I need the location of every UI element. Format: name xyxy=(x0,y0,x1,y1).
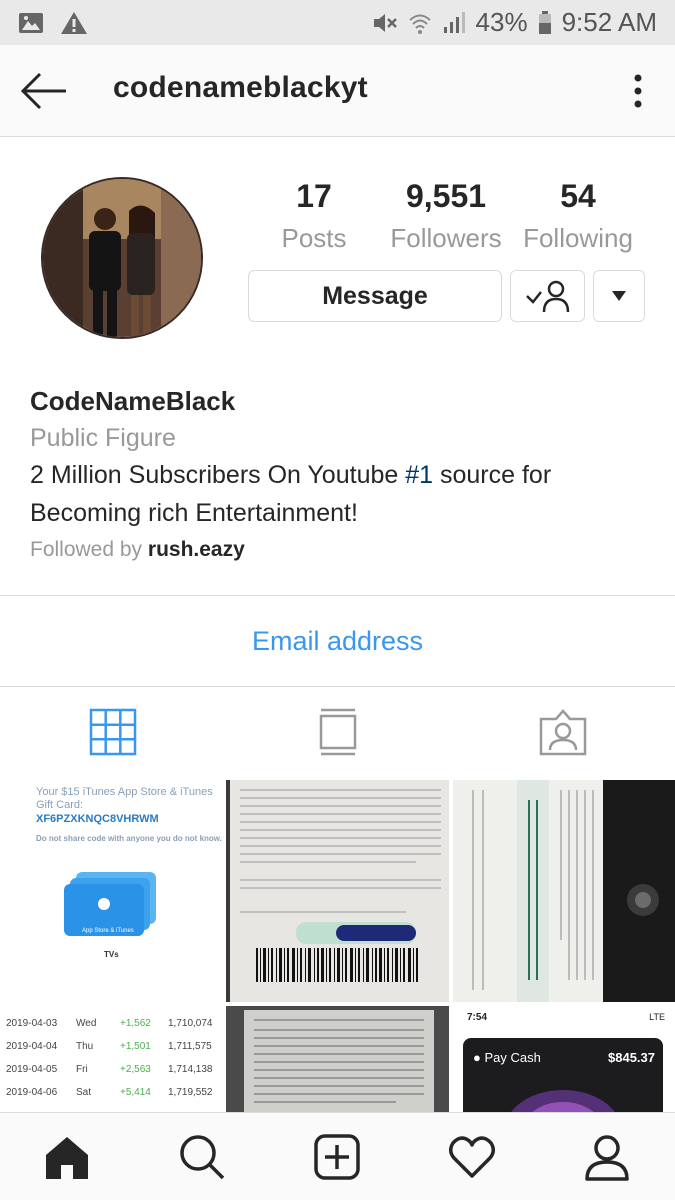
clock: 9:52 AM xyxy=(561,7,657,37)
table-row: 2019-04-04 Thu +1,501 1,711,575 xyxy=(6,1035,213,1058)
following-stat[interactable]: 54 Following xyxy=(518,178,638,254)
bio-hashtag-link[interactable]: #1 xyxy=(405,461,433,489)
battery-icon xyxy=(538,10,551,34)
gift-card-footer: TVs xyxy=(104,950,119,959)
message-button[interactable]: Message xyxy=(248,270,502,322)
table-cell: 1,711,575 xyxy=(168,1041,212,1052)
table-cell: 2019-04-05 xyxy=(6,1064,58,1075)
apple-logo-icon: ● xyxy=(473,1050,481,1065)
avatar[interactable] xyxy=(41,177,203,339)
phone-network: LTE xyxy=(649,1012,665,1022)
posts-label: Posts xyxy=(281,223,347,253)
table-cell: 2019-04-04 xyxy=(6,1041,58,1052)
table-cell: 2019-04-06 xyxy=(6,1087,58,1098)
suggestions-dropdown-button[interactable] xyxy=(593,270,645,322)
page-title: codenameblackyt xyxy=(113,71,368,104)
followers-count: 9,551 xyxy=(405,178,487,214)
gift-card-code: XF6PZXKNQC8VHRWM xyxy=(36,813,159,825)
home-icon[interactable] xyxy=(43,1133,91,1181)
table-cell: Sat xyxy=(76,1087,92,1098)
battery-percent: 43% xyxy=(475,7,528,37)
table-cell: +1,562 xyxy=(120,1018,151,1029)
apple-pay-amount: $845.37 xyxy=(608,1050,655,1065)
mute-icon xyxy=(373,13,397,32)
gift-card-title-line-1: Your $15 iTunes App Store & iTunes xyxy=(36,786,213,798)
post-tile-document[interactable] xyxy=(226,1006,449,1112)
table-cell: 1,710,074 xyxy=(168,1018,213,1029)
gift-card-title: Your $15 iTunes App Store & iTunes Gift C… xyxy=(36,786,213,812)
following-toggle-button[interactable] xyxy=(510,270,585,322)
post-tile-gift-card[interactable]: Your $15 iTunes App Store & iTunes Gift C… xyxy=(0,780,222,1002)
profile-icon[interactable] xyxy=(583,1133,631,1181)
posts-stat[interactable]: 17 Posts xyxy=(264,178,364,254)
table-cell: +5,414 xyxy=(120,1087,151,1098)
post-tile-stats-table[interactable]: 2019-04-03 Wed +1,562 1,710,074 2019-04-04 T… xyxy=(0,1006,222,1112)
wifi-icon xyxy=(408,14,431,34)
email-address-button[interactable]: Email address xyxy=(0,596,675,686)
gift-card-label: App Store & iTunes xyxy=(82,928,134,934)
followers-stat[interactable]: 9,551 Followers xyxy=(384,178,508,254)
following-label: Following xyxy=(523,223,633,253)
table-cell: Wed xyxy=(76,1018,97,1029)
gift-card-warning: Do not share code with anyone you do not… xyxy=(36,834,222,843)
tagged-icon[interactable] xyxy=(538,707,588,757)
table-cell: 2019-04-03 xyxy=(6,1018,58,1029)
post-tile-apple-pay[interactable]: 7:54 LTE ● Pay Cash $845.37 xyxy=(453,1006,675,1112)
table-cell: Fri xyxy=(76,1064,88,1075)
receipt-barcode-image xyxy=(230,780,449,1002)
post-tile-gift-card-back[interactable] xyxy=(453,780,675,1002)
dot-pattern-image xyxy=(511,1090,615,1112)
table-row: 2019-04-03 Wed +1,562 1,710,074 xyxy=(6,1012,213,1035)
table-cell: Thu xyxy=(76,1041,94,1052)
table-row: 2019-04-06 Sat +5,414 1,719,552 xyxy=(6,1081,213,1104)
triangle-down-icon xyxy=(612,291,626,301)
followed-by-user-link[interactable]: rush.eazy xyxy=(148,538,245,561)
activity-heart-icon[interactable] xyxy=(448,1133,496,1181)
table-cell: +1,501 xyxy=(120,1041,151,1052)
bottom-nav xyxy=(0,1112,675,1200)
table-cell: 1,719,552 xyxy=(168,1087,213,1098)
gift-card-title-line-2: Gift Card: xyxy=(36,799,84,811)
bio-text-start: 2 Million Subscribers On Youtube xyxy=(30,461,406,489)
following-count: 54 xyxy=(560,178,596,214)
signal-icon xyxy=(443,11,465,33)
subscriber-stats-table: 2019-04-03 Wed +1,562 1,710,074 2019-04-04 T… xyxy=(6,1012,213,1104)
posts-count: 17 xyxy=(296,178,332,214)
table-row: 2019-04-05 Fri +2,563 1,714,138 xyxy=(6,1058,213,1081)
grid-icon[interactable] xyxy=(88,707,138,757)
gift-card-back-image xyxy=(453,780,675,1002)
status-bar: 43% 9:52 AM xyxy=(0,0,675,45)
user-check-icon xyxy=(525,280,569,313)
profile-bio: 2 Million Subscribers On Youtube #1 sour… xyxy=(30,456,630,532)
posts-grid: Your $15 iTunes App Store & iTunes Gift C… xyxy=(0,780,675,1112)
document-photo-image xyxy=(226,1006,449,1112)
gallery-icon xyxy=(19,12,43,33)
search-icon[interactable] xyxy=(178,1133,226,1181)
feed-icon[interactable] xyxy=(313,707,363,757)
post-tile-receipt[interactable] xyxy=(226,780,449,1002)
followed-by-prefix: Followed by xyxy=(30,538,148,561)
add-post-icon[interactable] xyxy=(313,1133,361,1181)
back-arrow-icon[interactable] xyxy=(20,69,70,113)
profile-display-name: CodeNameBlack xyxy=(30,386,236,416)
profile-category: Public Figure xyxy=(30,424,176,452)
apple-pay-label: ● Pay Cash xyxy=(473,1050,541,1065)
followers-label: Followers xyxy=(390,223,502,253)
followed-by: Followed by rush.eazy xyxy=(30,538,245,562)
table-cell: 1,714,138 xyxy=(168,1064,213,1075)
profile-tabs xyxy=(0,687,675,777)
warning-icon xyxy=(61,11,87,34)
more-vertical-icon[interactable] xyxy=(626,71,650,111)
apple-pay-label-text: Pay Cash xyxy=(484,1050,541,1065)
profile-header: codenameblackyt xyxy=(0,45,675,137)
table-cell: +2,563 xyxy=(120,1064,151,1075)
phone-time: 7:54 xyxy=(467,1012,488,1023)
